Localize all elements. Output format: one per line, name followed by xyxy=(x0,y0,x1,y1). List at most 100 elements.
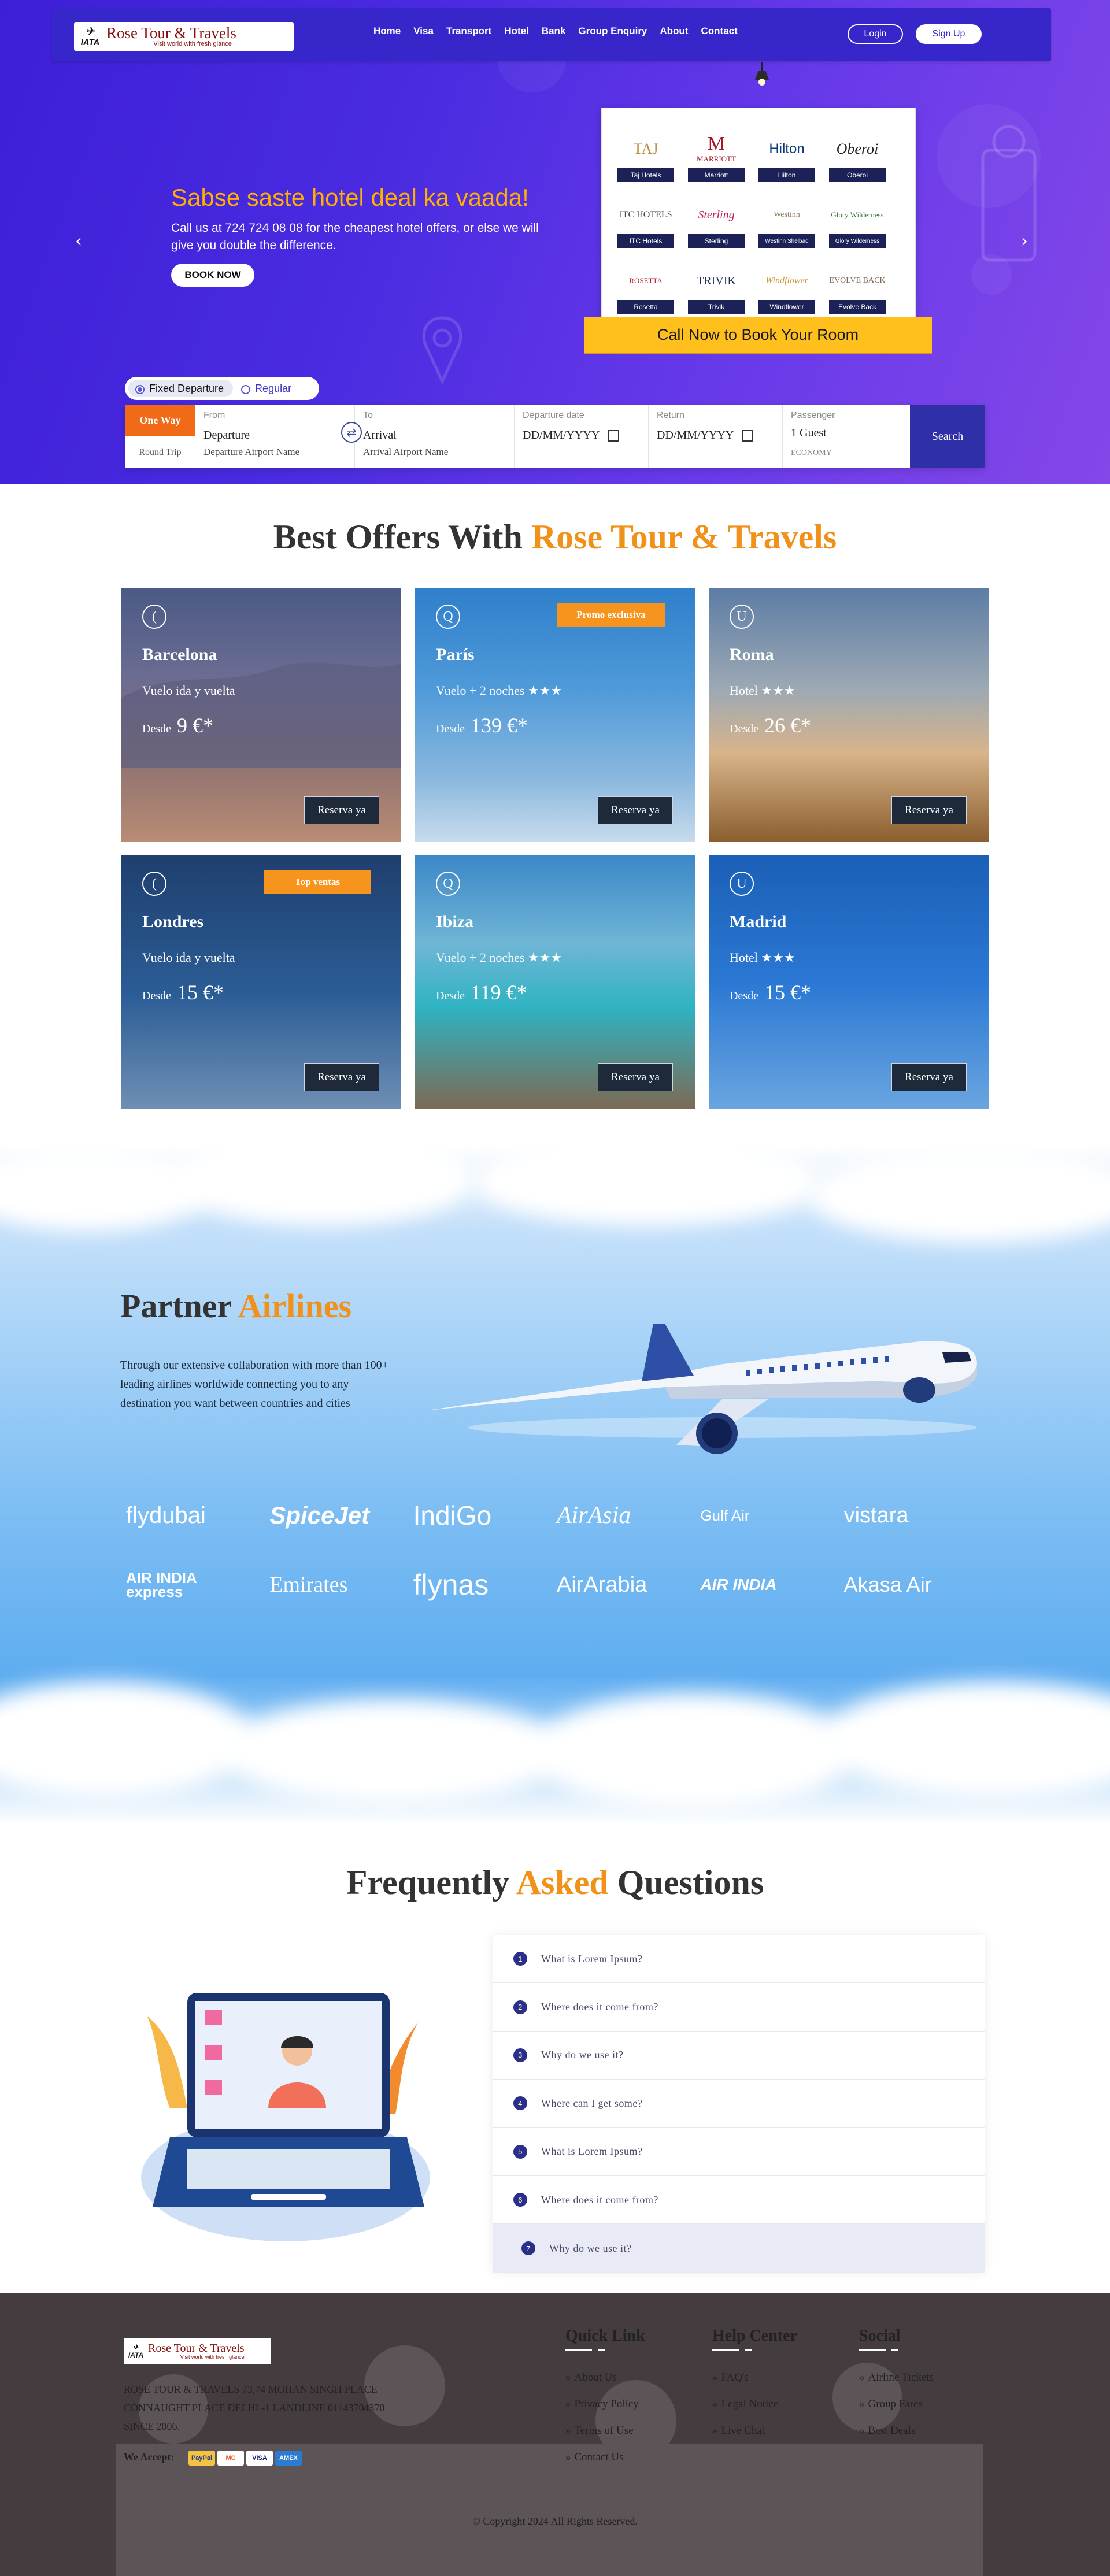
return-date-field[interactable]: Return DD/MM/YYYY xyxy=(649,405,783,468)
offer-price: Desde 15 €* xyxy=(730,981,811,1004)
hotel-windflower[interactable]: Windflower Windflower xyxy=(756,253,818,314)
footer-link[interactable]: FAQ's xyxy=(712,2371,797,2398)
faq-item[interactable]: 6 Where does it come from? xyxy=(493,2176,985,2225)
offer-city: Roma xyxy=(730,645,774,664)
menu-group-enquiry[interactable]: Group Enquiry xyxy=(578,25,647,37)
login-button[interactable]: Login xyxy=(848,24,903,44)
menu-transport[interactable]: Transport xyxy=(446,25,491,37)
footer-link[interactable]: About Us xyxy=(565,2371,645,2398)
footer-link[interactable]: Terms of Use xyxy=(565,2425,645,2451)
call-now-banner[interactable]: Call Now to Book Your Room xyxy=(584,317,932,353)
return-date-input: DD/MM/YYYY xyxy=(657,429,734,442)
footer-link[interactable]: Live Chat xyxy=(712,2425,797,2451)
reserve-button[interactable]: Reserva ya xyxy=(304,796,379,824)
carousel-next-icon[interactable]: › xyxy=(1021,231,1028,251)
from-input: Departure xyxy=(204,429,250,442)
offer-desc: Hotel ★★★ xyxy=(730,950,796,965)
marriott-m-icon: M xyxy=(707,133,726,154)
amex-icon: AMEX xyxy=(275,2451,302,2466)
offer-price: Desde 26 €* xyxy=(730,714,811,737)
hotel-badge-icon: Q xyxy=(436,605,460,629)
offer-card-londres[interactable]: Top ventas ( Londres Vuelo ida y vuelta … xyxy=(121,855,401,1109)
swap-icon[interactable]: ⇄ xyxy=(341,422,362,443)
offer-card-barcelona[interactable]: ( Barcelona Vuelo ida y vuelta Desde 9 €*… xyxy=(121,588,401,842)
airline-akasa-air: Akasa Air xyxy=(843,1573,932,1596)
reserve-button[interactable]: Reserva ya xyxy=(598,1063,673,1091)
departure-date-field[interactable]: Departure date DD/MM/YYYY xyxy=(515,405,649,468)
footer-link[interactable]: Best Deals xyxy=(859,2425,934,2451)
carousel-prev-icon[interactable]: ‹ xyxy=(75,231,82,251)
menu-bank[interactable]: Bank xyxy=(542,25,566,37)
offer-desc: Vuelo + 2 noches ★★★ xyxy=(436,950,563,965)
partner-title: Partner Airlines xyxy=(120,1287,352,1325)
fixed-departure-option[interactable]: Fixed Departure xyxy=(128,380,234,397)
faq-item[interactable]: 2 Where does it come from? xyxy=(493,1983,985,2032)
menu-about[interactable]: About xyxy=(660,25,688,37)
menu-hotel[interactable]: Hotel xyxy=(504,25,529,37)
hotel-hilton[interactable]: Hilton Hilton xyxy=(756,121,818,182)
faq-item[interactable]: 5 What is Lorem Ipsum? xyxy=(493,2128,985,2176)
search-button[interactable]: Search xyxy=(910,405,985,468)
plane-badge-icon: ( xyxy=(142,872,166,896)
menu-home[interactable]: Home xyxy=(373,25,401,37)
offer-card-roma[interactable]: U Roma Hotel ★★★ Desde 26 €* Reserva ya xyxy=(709,588,989,842)
calendar-icon[interactable] xyxy=(608,430,619,442)
hotel-sterling[interactable]: Sterling Sterling xyxy=(685,187,748,248)
offer-card-ibiza[interactable]: Q Ibiza Vuelo + 2 noches ★★★ Desde 119 €*… xyxy=(415,855,695,1109)
hotel-glory[interactable]: Glory Wilderness Glory Wilderness xyxy=(826,187,889,248)
location-pin-icon xyxy=(422,316,462,386)
footer-link[interactable]: Contact Us xyxy=(565,2451,645,2478)
hotel-oberoi[interactable]: Oberoi Oberoi xyxy=(826,121,889,182)
hotel-evolve-back[interactable]: EVOLVE BACK Evolve Back xyxy=(826,253,889,314)
one-way-tab[interactable]: One Way xyxy=(125,405,195,436)
hotel-rosetta[interactable]: ROSETTA Rosetta xyxy=(615,253,677,314)
promo-badge: Top ventas xyxy=(264,870,371,894)
faq-item[interactable]: 1 What is Lorem Ipsum? xyxy=(493,1935,985,1984)
round-trip-tab[interactable]: Round Trip xyxy=(125,436,195,468)
door-hanger-icon xyxy=(981,125,1037,262)
offer-card-paris[interactable]: Promo exclusiva Q París Vuelo + 2 noches… xyxy=(415,588,695,842)
main-menu: Home Visa Transport Hotel Bank Group Enq… xyxy=(373,25,738,37)
offers-title: Best Offers With Rose Tour & Travels xyxy=(273,518,837,556)
flight-search-bar: One Way Round Trip From Departure Depart… xyxy=(125,405,985,468)
book-now-button[interactable]: BOOK NOW xyxy=(171,264,254,287)
footer-link[interactable]: Airline Tickets xyxy=(859,2371,934,2398)
reserve-button[interactable]: Reserva ya xyxy=(891,796,967,824)
faq-item-active[interactable]: 7 Why do we use it? xyxy=(493,2224,985,2273)
lamp-icon xyxy=(755,62,769,86)
visa-icon: VISA xyxy=(246,2451,273,2466)
hotel-itc[interactable]: ITC HOTELS ITC Hotels xyxy=(615,187,677,248)
trip-type-toggle: Fixed Departure Regular xyxy=(125,377,319,400)
reserve-button[interactable]: Reserva ya xyxy=(598,796,673,824)
passenger-field[interactable]: Passenger 1 Guest ECONOMY xyxy=(783,405,910,468)
footer-link[interactable]: Group Fares xyxy=(859,2398,934,2425)
hotel-marriott[interactable]: M MARRIOTT Marriott xyxy=(685,121,748,182)
faq-item[interactable]: 3 Why do we use it? xyxy=(493,2032,985,2080)
faq-item[interactable]: 4 Where can I get some? xyxy=(493,2080,985,2128)
promo-badge: Promo exclusiva xyxy=(557,603,665,627)
calendar-icon[interactable] xyxy=(742,430,753,442)
hotel-trivik[interactable]: TRIVIK Trivik xyxy=(685,253,748,314)
offer-city: Barcelona xyxy=(142,645,217,664)
hotel-taj[interactable]: TAJ Taj Hotels xyxy=(615,121,677,182)
menu-visa[interactable]: Visa xyxy=(413,25,434,37)
offer-price: Desde 9 €* xyxy=(142,714,213,737)
footer-link[interactable]: Privacy Policy xyxy=(565,2398,645,2425)
regular-option[interactable]: Regular xyxy=(241,383,291,395)
offer-card-madrid[interactable]: U Madrid Hotel ★★★ Desde 15 €* Reserva ya xyxy=(709,855,989,1109)
offer-city: París xyxy=(436,645,475,664)
reserve-button[interactable]: Reserva ya xyxy=(304,1063,379,1091)
airline-air-arabia: AirArabia xyxy=(556,1572,648,1597)
partner-airlines-section xyxy=(0,1144,1110,1826)
footer-link[interactable]: Legal Notice xyxy=(712,2398,797,2425)
from-field[interactable]: From Departure Departure Airport Name xyxy=(195,405,355,468)
footer-logo[interactable]: ✈ IATA Rose Tour & Travels Visit world wi… xyxy=(124,2338,271,2364)
bed-badge-icon: U xyxy=(730,605,754,629)
hotel-westinn[interactable]: Westinn Westinn Shelbad xyxy=(756,187,818,248)
airline-gulf-air: Gulf Air xyxy=(700,1506,750,1524)
reserve-button[interactable]: Reserva ya xyxy=(891,1063,967,1091)
signup-button[interactable]: Sign Up xyxy=(916,24,982,44)
menu-contact[interactable]: Contact xyxy=(701,25,737,37)
to-field[interactable]: To Arrival Arrival Airport Name xyxy=(355,405,515,468)
brand-logo[interactable]: ✈ IATA Rose Tour & Travels Visit world wi… xyxy=(74,22,294,51)
